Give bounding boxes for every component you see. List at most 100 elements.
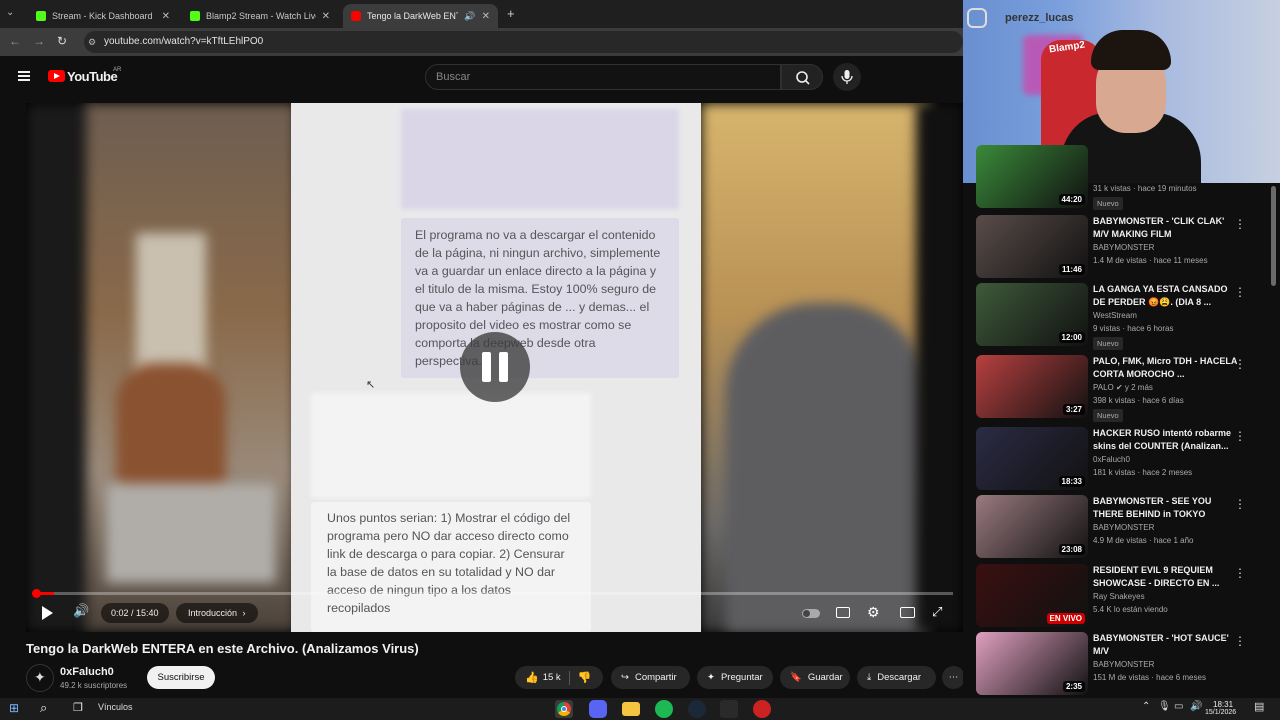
more-vertical-icon[interactable]: ⋮ xyxy=(1234,566,1246,580)
channel-name[interactable]: 0xFaluch0 xyxy=(60,666,114,678)
browser-tab-blamp2[interactable]: Blamp2 Stream - Watch Live on ✕ xyxy=(182,4,338,28)
close-icon[interactable]: ✕ xyxy=(322,11,330,22)
recommended-video[interactable]: 18:33 HACKER RUSO intentó robarme skins d… xyxy=(976,427,1276,490)
discord-icon[interactable] xyxy=(589,700,607,718)
recommended-video[interactable]: 11:46 BABYMONSTER - 'CLIK CLAK' M/V MAKIN… xyxy=(976,215,1276,278)
app-icon[interactable] xyxy=(753,700,771,718)
tab-search-chevron-icon[interactable]: ⌄ xyxy=(6,7,14,18)
video-thumbnail[interactable]: 11:46 xyxy=(976,215,1088,278)
region-code: AR xyxy=(113,67,122,73)
file-explorer-icon[interactable] xyxy=(622,702,640,716)
video-title[interactable]: RESIDENT EVIL 9 REQUIEM SHOWCASE - DIREC… xyxy=(1093,564,1238,590)
recommended-video[interactable]: 2:35 BABYMONSTER - 'HOT SAUCE' M/V BABYMON… xyxy=(976,632,1276,695)
more-vertical-icon[interactable]: ⋮ xyxy=(1234,357,1246,371)
notifications-icon[interactable]: ▤ xyxy=(1254,700,1264,713)
youtube-logo-icon[interactable] xyxy=(48,70,65,82)
like-count[interactable]: 15 k xyxy=(543,672,561,683)
channel-name[interactable]: BABYMONSTER xyxy=(1093,243,1154,252)
channel-name[interactable]: BABYMONSTER xyxy=(1093,523,1154,532)
epic-games-icon[interactable] xyxy=(720,700,738,718)
browser-tab-kick-dashboard[interactable]: Stream - Kick Dashboard ✕ xyxy=(28,4,178,28)
microphone-tray-icon[interactable]: 🎙 xyxy=(1158,701,1171,712)
search-button[interactable] xyxy=(781,64,823,90)
browser-tab-youtube[interactable]: Tengo la DarkWeb ENTERA 🔊 ✕ xyxy=(343,4,498,28)
panel-scrollbar[interactable] xyxy=(1271,186,1276,286)
video-thumbnail[interactable]: 12:00 xyxy=(976,283,1088,346)
video-thumbnail[interactable]: EN VIVO xyxy=(976,564,1088,627)
share-button[interactable]: ↪ Compartir xyxy=(611,666,690,689)
video-thumbnail[interactable]: 3:27 xyxy=(976,355,1088,418)
recommended-video[interactable]: 23:08 BABYMONSTER - SEE YOU THERE BEHIND … xyxy=(976,495,1276,558)
site-info-icon[interactable]: ⚙ xyxy=(88,31,96,53)
youtube-logo-text[interactable]: YouTube xyxy=(67,69,118,84)
taskbar-chrome-active[interactable] xyxy=(555,700,573,718)
fullscreen-icon[interactable]: ⤢ xyxy=(932,604,942,620)
settings-gear-icon[interactable]: ⚙ xyxy=(867,604,880,621)
channel-avatar[interactable]: ✦ xyxy=(26,664,54,692)
subscribe-button[interactable]: Suscribirse xyxy=(147,666,215,689)
more-vertical-icon[interactable]: ⋮ xyxy=(1234,429,1246,443)
search-icon[interactable]: ⌕ xyxy=(40,700,47,716)
recommended-video[interactable]: 12:00 LA GANGA YA ESTA CANSADO DE PERDER … xyxy=(976,283,1276,350)
chapter-button[interactable]: Introducción › xyxy=(176,603,258,623)
clock-time[interactable]: 18:31 xyxy=(1213,700,1233,709)
video-title[interactable]: PALO, FMK, Micro TDH - HACELA CORTA MORO… xyxy=(1093,355,1238,381)
subtitles-icon[interactable] xyxy=(836,607,850,618)
video-title[interactable]: HACKER RUSO intentó robarme skins del CO… xyxy=(1093,427,1238,453)
thumbs-down-icon[interactable]: 👎 xyxy=(578,671,592,684)
url-field[interactable]: ⚙ youtube.com/watch?v=kTftLEhlPO0 xyxy=(84,31,963,53)
miniplayer-icon[interactable] xyxy=(900,607,915,618)
more-vertical-icon[interactable]: ⋮ xyxy=(1234,497,1246,511)
new-tab-plus-icon[interactable]: + xyxy=(507,6,515,21)
channel-name[interactable]: BABYMONSTER xyxy=(1093,660,1154,669)
voice-search-button[interactable] xyxy=(833,63,861,91)
channel-name[interactable]: Ray Snakeyes xyxy=(1093,592,1145,601)
progress-scrubber[interactable] xyxy=(32,589,41,598)
more-actions-button[interactable]: ⋯ xyxy=(942,666,965,689)
video-player[interactable]: El programa no va a descargar el conteni… xyxy=(26,103,963,632)
video-thumbnail[interactable]: 2:35 xyxy=(976,632,1088,695)
play-icon[interactable] xyxy=(42,606,53,620)
video-thumbnail[interactable]: 23:08 xyxy=(976,495,1088,558)
channel-name[interactable]: 0xFaluch0 xyxy=(1093,455,1130,464)
more-vertical-icon[interactable]: ⋮ xyxy=(1234,634,1246,648)
channel-name[interactable]: WestStream xyxy=(1093,311,1137,320)
clock-date[interactable]: 15/1/2026 xyxy=(1205,709,1236,716)
save-button[interactable]: 🔖 Guardar xyxy=(780,666,850,689)
spotify-icon[interactable] xyxy=(655,700,673,718)
pause-overlay-button[interactable] xyxy=(460,332,530,402)
video-thumbnail[interactable]: 44:20 xyxy=(976,145,1088,208)
recommended-video[interactable]: EN VIVO RESIDENT EVIL 9 REQUIEM SHOWCASE … xyxy=(976,564,1276,627)
task-view-icon[interactable]: ❐ xyxy=(73,701,83,714)
close-icon[interactable]: ✕ xyxy=(482,11,490,22)
windows-start-icon[interactable]: ⊞ xyxy=(9,701,19,715)
close-icon[interactable]: ✕ xyxy=(162,11,170,22)
channel-name[interactable]: PALO ✔ y 2 más xyxy=(1093,383,1153,392)
download-button[interactable]: ⤓ Descargar xyxy=(857,666,936,689)
hamburger-menu-icon[interactable] xyxy=(18,71,30,81)
ask-button[interactable]: ✦ Preguntar xyxy=(697,666,773,689)
steam-icon[interactable] xyxy=(688,700,706,718)
video-title[interactable]: BABYMONSTER - SEE YOU THERE BEHIND in TO… xyxy=(1093,495,1238,521)
speaker-icon[interactable]: 🔊 xyxy=(464,11,475,22)
video-title[interactable]: BABYMONSTER - 'CLIK CLAK' M/V MAKING FIL… xyxy=(1093,215,1238,241)
video-title[interactable]: BABYMONSTER - 'HOT SAUCE' M/V xyxy=(1093,632,1238,658)
recommended-video[interactable]: 44:20 31 k vistas · hace 19 minutos Nuevo xyxy=(976,145,1276,210)
volume-icon[interactable]: 🔊 xyxy=(73,603,89,619)
recommended-video[interactable]: 3:27 PALO, FMK, Micro TDH - HACELA CORTA … xyxy=(976,355,1276,422)
search-input[interactable]: Buscar xyxy=(425,64,781,90)
back-arrow-icon[interactable]: ← xyxy=(9,34,21,48)
autoplay-toggle[interactable] xyxy=(802,609,820,618)
reload-icon[interactable]: ↻ xyxy=(57,34,67,48)
network-icon[interactable]: ▭ xyxy=(1174,701,1183,712)
more-vertical-icon[interactable]: ⋮ xyxy=(1234,217,1246,231)
progress-bar[interactable] xyxy=(36,592,953,595)
video-thumbnail[interactable]: 18:33 xyxy=(976,427,1088,490)
thumbs-up-icon[interactable]: 👍 xyxy=(525,671,539,684)
taskbar-links-label[interactable]: Vínculos xyxy=(98,702,133,712)
video-title[interactable]: LA GANGA YA ESTA CANSADO DE PERDER 😡😩. (… xyxy=(1093,283,1238,309)
tray-chevron-icon[interactable]: ⌃ xyxy=(1142,701,1150,712)
forward-arrow-icon[interactable]: → xyxy=(33,34,45,48)
more-vertical-icon[interactable]: ⋮ xyxy=(1234,285,1246,299)
volume-tray-icon[interactable]: 🔊 xyxy=(1190,701,1202,712)
